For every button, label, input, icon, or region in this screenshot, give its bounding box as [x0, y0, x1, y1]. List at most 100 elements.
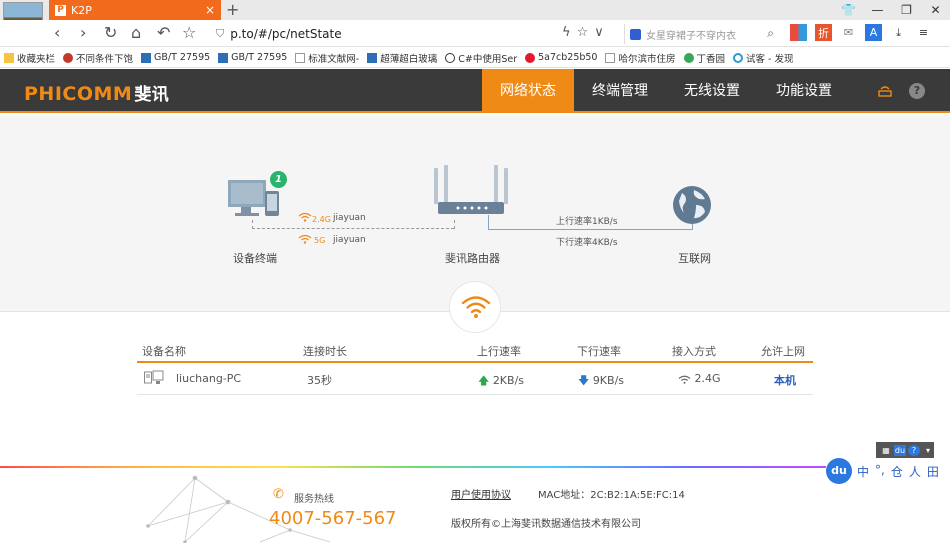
ime-logo-icon[interactable]: du [826, 458, 852, 484]
menu-icon[interactable]: ≡ [915, 24, 932, 41]
bookmark-item[interactable]: GB/T 27595 [141, 52, 210, 63]
nav-wireless-settings[interactable]: 无线设置 [666, 69, 758, 113]
bookmark-item[interactable]: 超薄超白玻璃 [367, 51, 437, 65]
nav-function-settings[interactable]: 功能设置 [758, 69, 850, 113]
minimize-button[interactable]: — [863, 0, 892, 20]
doc-icon [141, 52, 152, 63]
ime-grid-icon[interactable]: 田 [927, 463, 939, 480]
site-info-icon[interactable]: ⛉ [216, 27, 224, 41]
ime-du-icon[interactable]: du [894, 444, 906, 456]
access-value: 2.4G [694, 372, 721, 385]
ring-icon [733, 52, 744, 63]
bookmark-label: 试客 - 发现 [746, 53, 794, 65]
pc-icon [144, 370, 164, 389]
undo-icon[interactable]: ↶ [157, 23, 170, 42]
reload-icon[interactable]: ↻ [104, 23, 117, 42]
user-agreement-link[interactable]: 用户使用协议 [451, 486, 511, 501]
wifi-toggle-button[interactable] [449, 281, 501, 333]
browser-tab[interactable]: P K2P × [49, 0, 221, 20]
device-table: 设备名称 连接时长 上行速率 下行速率 接入方式 允许上网 liuchang-P… [137, 335, 813, 395]
person-icon [63, 52, 74, 63]
col-device-name: 设备名称 [142, 345, 186, 358]
allow-internet-native: 本机 [774, 374, 796, 387]
search-icon[interactable]: ⌕ [767, 26, 774, 41]
connector-line [454, 220, 455, 229]
page-icon [605, 52, 616, 63]
dropdown-icon[interactable]: ∨ [594, 25, 610, 40]
apps-grid-icon[interactable] [790, 24, 807, 41]
download-icon[interactable]: ⤓ [890, 24, 907, 41]
ime-punctuation-icon[interactable]: °, [875, 463, 885, 480]
bookmark-item[interactable]: 5a7cb25b50 [525, 52, 597, 63]
bookmark-item[interactable]: 丁香园 [683, 51, 725, 65]
baidu-paw-icon [630, 28, 641, 40]
skin-icon[interactable]: 👕 [834, 0, 863, 20]
device-count-badge: 1 [270, 171, 287, 188]
lightning-icon[interactable]: ϟ [562, 25, 577, 40]
new-tab-button[interactable]: + [226, 0, 239, 19]
keyboard-icon[interactable]: ▦ [880, 445, 892, 456]
browser-titlebar: P K2P × + 👕 — ❐ ✕ [0, 0, 950, 40]
home-icon[interactable]: ⌂ [131, 23, 141, 42]
device-terminal-label: 设备终端 [233, 252, 277, 265]
translate-icon[interactable]: A [865, 24, 882, 41]
phicomm-logo[interactable]: PHICOMM 斐讯 [24, 80, 169, 105]
col-duration: 连接时长 [303, 345, 347, 358]
router-icon[interactable] [432, 165, 512, 217]
bookmark-star-icon[interactable]: ☆ [577, 25, 595, 40]
ime-help-icon[interactable]: ? [908, 444, 920, 456]
logo-text: PHICOMM [24, 83, 133, 105]
close-window-button[interactable]: ✕ [921, 0, 950, 20]
ime-chinese-mode[interactable]: 中 [857, 463, 869, 480]
tab-favicon: P [55, 4, 66, 16]
bookmark-item[interactable]: 试客 - 发现 [733, 51, 793, 65]
ime-dropdown-icon[interactable]: ▾ [922, 445, 934, 456]
bookmark-label: 超薄超白玻璃 [380, 53, 438, 65]
router-label: 斐讯路由器 [445, 252, 500, 265]
upload-rate: 上行速率1KB/s [556, 217, 618, 227]
download-value: 9KB/s [592, 374, 625, 387]
col-allow: 允许上网 [761, 345, 805, 358]
bookmark-label: GB/T 27595 [154, 52, 211, 63]
favorite-star-icon[interactable]: ☆ [182, 23, 196, 42]
col-download: 下行速率 [577, 345, 621, 358]
bookmark-item[interactable]: C#中使用Ser [445, 51, 517, 65]
wireless-link-line [252, 228, 454, 229]
arrow-down-icon: 🡇 [578, 374, 593, 387]
ime-user-icon[interactable]: 人 [909, 463, 921, 480]
page-icon [295, 52, 306, 63]
bookmark-label: GB/T 27595 [231, 52, 288, 63]
url-bar[interactable]: ⛉ p.to/#/pc/netState [216, 24, 616, 44]
nav-network-status[interactable]: 网络状态 [482, 69, 574, 113]
bookmarks-bar: 收藏夹栏 不同条件下饱 GB/T 27595 GB/T 27595 标准文献网-… [0, 48, 950, 68]
upload-speed: 🡅 2KB/s [478, 372, 524, 391]
bookmark-item[interactable]: 哈尔滨市住房 [605, 51, 676, 65]
help-icon[interactable]: ? [909, 83, 925, 99]
ime-toolbox-icon[interactable]: 仓 [891, 463, 903, 480]
window-controls: 👕 — ❐ ✕ [834, 0, 950, 20]
tab-close-icon[interactable]: × [205, 3, 215, 17]
bookmark-item[interactable]: 不同条件下饱 [63, 51, 133, 65]
wifi-5g-icon [298, 234, 312, 246]
internet-label: 互联网 [678, 252, 711, 265]
back-icon[interactable]: ‹ [54, 23, 60, 42]
mac-address: MAC地址：2C:B2:1A:5E:FC:14 [538, 490, 685, 501]
restore-button[interactable]: ❐ [892, 0, 921, 20]
router-status-icon[interactable] [878, 83, 892, 97]
globe-icon[interactable] [672, 185, 712, 225]
url-text[interactable]: p.to/#/pc/netState [230, 27, 341, 41]
discount-icon[interactable]: 折 [815, 24, 832, 41]
search-box[interactable]: 女星穿裙子不穿内衣 ⌕ [624, 24, 778, 44]
wifi-24g-icon [298, 212, 312, 224]
forward-icon[interactable]: › [80, 23, 86, 42]
nav-device-management[interactable]: 终端管理 [574, 69, 666, 113]
bookmark-item[interactable]: GB/T 27595 [218, 52, 287, 63]
bookmark-label: 哈尔滨市住房 [618, 53, 676, 65]
mail-icon[interactable]: ✉ [840, 24, 857, 41]
band-24g-label: 2.4G [312, 215, 331, 224]
table-row[interactable]: liuchang-PC 35秒 🡅 2KB/s 🡇 9KB/s 2.4G 本机 [137, 363, 813, 395]
bookmark-item[interactable]: 标准文献网- [295, 51, 359, 65]
network-topology: 1 2.4G jiayuan 5G jiayuan 设备终端 斐讯路由器 上行速… [0, 115, 950, 333]
download-speed: 🡇 9KB/s [578, 372, 624, 391]
bookmark-item[interactable]: 收藏夹栏 [4, 51, 55, 65]
